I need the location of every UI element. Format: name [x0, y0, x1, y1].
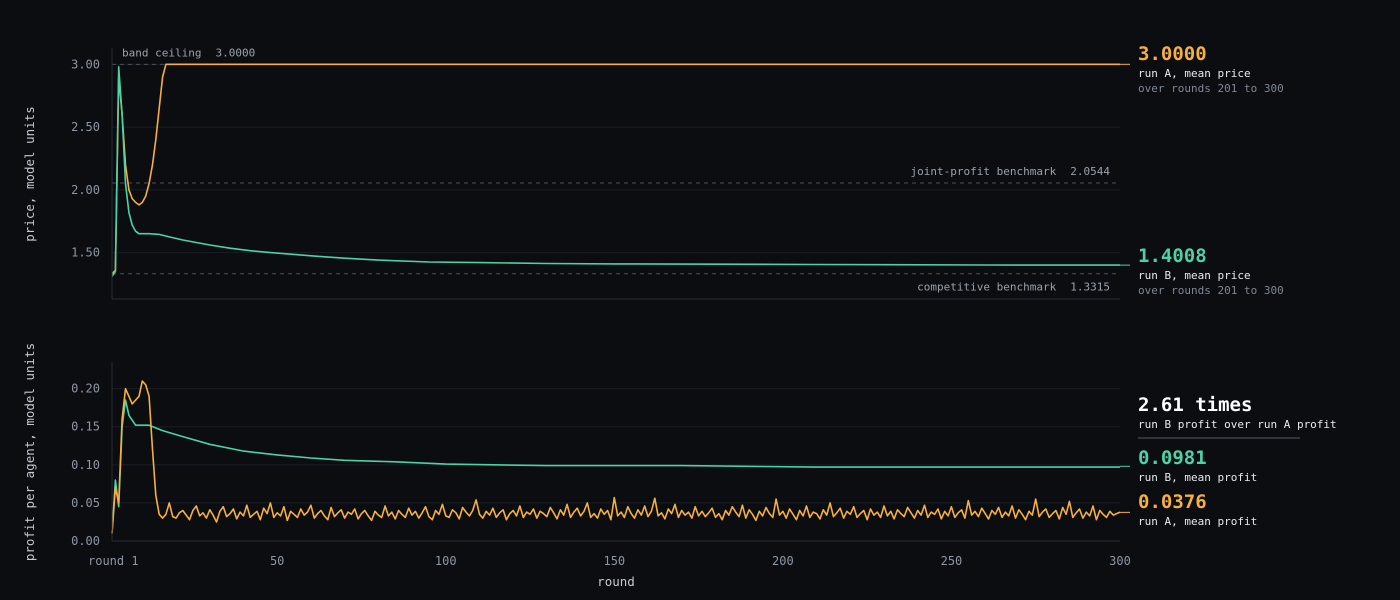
x-ticks: round 1 50 100 150 200 250 300 — [88, 554, 1131, 568]
callout-label: run B profit over run A profit — [1138, 418, 1337, 431]
y-tick-label: 2.00 — [71, 183, 100, 197]
x-tick-label: 200 — [772, 554, 794, 568]
price-gridlines — [112, 63, 1120, 254]
series-line-run-b — [111, 399, 1120, 534]
x-tick-label: 100 — [435, 554, 457, 568]
reference-line-label: competitive benchmark 1.3315 — [917, 281, 1110, 294]
y-tick-label: 0.15 — [71, 420, 100, 434]
x-tick-label: round 1 — [88, 554, 139, 568]
callout-label: run B, mean price — [1138, 269, 1251, 282]
callout-value: 0.0376 — [1138, 491, 1207, 513]
y-tick-label: 0.20 — [71, 382, 100, 396]
callout-label: run A, mean profit — [1138, 515, 1257, 528]
y-tick-label: 0.10 — [71, 458, 100, 472]
y-tick-label: 3.00 — [71, 57, 100, 71]
price-reference-lines: band ceiling 3.0000 joint-profit benchmark… — [112, 46, 1120, 294]
series-line-run-a — [111, 380, 1121, 534]
callout-note: over rounds 201 to 300 — [1138, 82, 1284, 95]
callout-note: over rounds 201 to 300 — [1138, 284, 1284, 297]
y-tick-label: 1.50 — [71, 246, 100, 260]
x-tick-label: 150 — [603, 554, 625, 568]
price-y-axis-title: price, model units — [22, 106, 37, 241]
price-panel: band ceiling 3.0000 joint-profit benchmark… — [22, 43, 1284, 300]
reference-line-label: band ceiling 3.0000 — [122, 46, 255, 59]
x-axis-title: round — [597, 574, 635, 589]
reference-line-label: joint-profit benchmark 2.0544 — [911, 165, 1111, 178]
reference-line-value: 1.3315 — [1070, 281, 1110, 294]
callout-value: 3.0000 — [1138, 43, 1207, 65]
profit-panel: 0.20 0.15 0.10 0.05 0.00 profit per agent, m… — [22, 343, 1337, 561]
profit-callouts: 2.61 times run B profit over run A profit… — [1120, 394, 1337, 528]
callout-label: run A, mean price — [1138, 67, 1251, 80]
y-tick-label: 0.00 — [71, 534, 100, 548]
reference-line-value: 2.0544 — [1070, 165, 1110, 178]
reference-line-name: band ceiling — [122, 46, 201, 59]
reference-line-value: 3.0000 — [215, 46, 255, 59]
profit-y-axis-title: profit per agent, model units — [22, 343, 37, 561]
price-callouts: 3.0000 run A, mean price over rounds 201 t… — [1120, 43, 1284, 297]
x-tick-label: 300 — [1109, 554, 1131, 568]
reference-line-name: joint-profit benchmark — [911, 165, 1057, 178]
chart: band ceiling 3.0000 joint-profit benchmark… — [22, 43, 1337, 589]
callout-value: 0.0981 — [1138, 447, 1207, 469]
profit-series — [111, 380, 1121, 534]
x-tick-label: 50 — [270, 554, 284, 568]
price-y-ticks: 3.00 2.50 2.00 1.50 — [71, 57, 100, 259]
reference-line-name: competitive benchmark — [917, 281, 1056, 294]
callout-label: run B, mean profit — [1138, 471, 1257, 484]
callout-value: 1.4008 — [1138, 245, 1207, 267]
x-tick-label: 250 — [941, 554, 963, 568]
y-tick-label: 0.05 — [71, 496, 100, 510]
y-tick-label: 2.50 — [71, 120, 100, 134]
profit-y-ticks: 0.20 0.15 0.10 0.05 0.00 — [71, 382, 100, 548]
callout-value: 2.61 times — [1138, 394, 1252, 416]
